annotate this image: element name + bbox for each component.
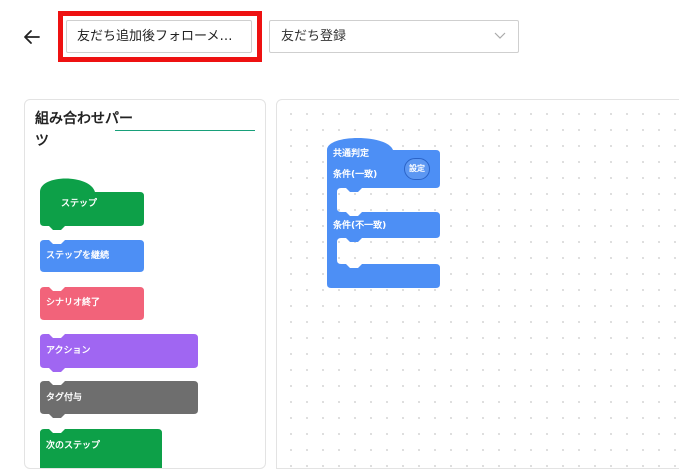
part-block-tag-label: タグ付与 <box>46 393 83 403</box>
part-block-continue-label: ステップを継続 <box>46 251 110 261</box>
parts-panel: 組み合わせパーツ ステップ ステップを継続 シナリオ終了 アクション タグ付与 … <box>24 99 266 469</box>
parts-blocks <box>40 178 198 468</box>
scenario-name-input[interactable]: 友だち追加後フォローメッセージ <box>66 20 252 53</box>
workspace-canvas[interactable]: 共通判定 条件(一致) 条件(不一致) 設定 <box>276 99 679 469</box>
trigger-select-value: 友だち登録 <box>281 29 347 44</box>
part-block-end-label: シナリオ終了 <box>46 298 101 308</box>
condition-match-label: 条件(一致) <box>333 170 378 180</box>
trigger-select[interactable]: 友だち登録 <box>269 20 519 53</box>
part-block-step-label: ステップ <box>61 199 98 209</box>
condition-nomatch-label: 条件(不一致) <box>333 221 387 231</box>
condition-settings-button[interactable]: 設定 <box>404 158 430 180</box>
condition-block-title: 共通判定 <box>333 149 370 159</box>
part-block-action-label: アクション <box>46 346 91 356</box>
chevron-down-icon <box>494 32 506 39</box>
part-block-next-label: 次のステップ <box>46 441 101 451</box>
back-arrow-icon[interactable] <box>22 27 42 47</box>
